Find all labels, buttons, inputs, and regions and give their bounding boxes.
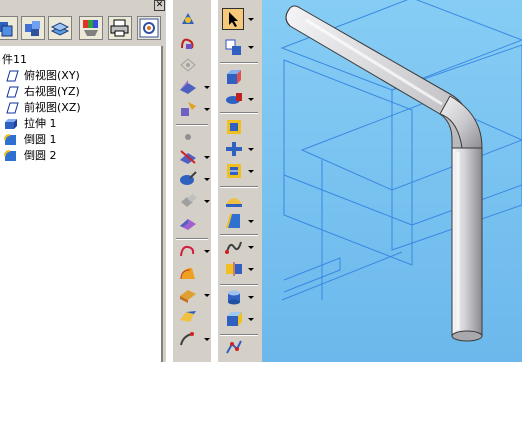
chevron-down-icon[interactable] (248, 18, 254, 21)
plane-icon (6, 70, 19, 82)
chevron-down-icon[interactable] (248, 148, 254, 151)
dimension-icon[interactable] (178, 56, 198, 74)
chevron-down-icon[interactable] (248, 170, 254, 173)
sweep-icon[interactable] (178, 308, 198, 326)
dome-icon[interactable] (224, 192, 244, 210)
chevron-down-icon[interactable] (204, 156, 210, 159)
toolbar-separator (220, 112, 258, 114)
fillet-icon (4, 150, 16, 161)
select-tool-button[interactable] (222, 8, 244, 30)
tree-item-label: 倒圆 2 (24, 149, 57, 162)
draft-icon[interactable] (224, 212, 244, 230)
chevron-down-icon[interactable] (204, 250, 210, 253)
point-icon[interactable] (178, 128, 198, 146)
tree-item-label: 前视图(XZ) (24, 101, 81, 114)
analyze-icon[interactable] (224, 338, 244, 356)
trim-icon[interactable] (178, 148, 198, 166)
chevron-down-icon[interactable] (248, 98, 254, 101)
feature-tree: 件11 俯视图(XY) 右视图(YZ) 前视图(XZ) 拉伸 1 倒圆 1 倒圆… (0, 46, 163, 362)
cursor-icon (229, 12, 238, 27)
new-sketch-icon[interactable] (224, 38, 244, 56)
modify-icon[interactable] (178, 100, 198, 118)
mirror-icon[interactable] (224, 260, 244, 278)
toolbar-separator (220, 234, 258, 236)
empty-area (0, 362, 522, 442)
plane-icon (6, 102, 19, 114)
fillet-icon (4, 134, 16, 145)
pattern-icon[interactable] (178, 192, 198, 210)
tripod-icon[interactable] (178, 10, 198, 28)
chevron-down-icon[interactable] (204, 86, 210, 89)
feature-toolbar (217, 0, 262, 362)
toolbar-separator (220, 62, 258, 64)
toolbar-separator (176, 238, 208, 240)
sketch-toolbar (172, 0, 211, 362)
chevron-down-icon[interactable] (248, 268, 254, 271)
layers-icon[interactable] (0, 16, 18, 40)
chevron-down-icon[interactable] (248, 246, 254, 249)
plane-icon (6, 86, 19, 98)
print-icon[interactable] (108, 16, 132, 40)
spline-icon[interactable] (178, 242, 198, 260)
tree-part-label[interactable]: 件11 (2, 52, 27, 68)
revolve-icon[interactable] (178, 170, 198, 188)
parts-icon[interactable] (21, 16, 45, 40)
chevron-down-icon[interactable] (204, 200, 210, 203)
color-icon[interactable] (79, 16, 103, 40)
tree-item-label: 倒圆 1 (24, 133, 57, 146)
chevron-down-icon[interactable] (204, 338, 210, 341)
thread-icon[interactable] (224, 162, 244, 180)
rib-icon[interactable] (224, 140, 244, 158)
tree-item-label: 拉伸 1 (24, 117, 57, 130)
toolbar-separator (220, 284, 258, 286)
sheets-icon[interactable] (48, 16, 72, 40)
curve-icon[interactable] (178, 34, 198, 52)
tree-item-label: 俯视图(XY) (24, 69, 80, 82)
settings-icon[interactable] (137, 16, 161, 40)
chevron-down-icon[interactable] (204, 178, 210, 181)
feature-panel: ✕ 件11 俯视图(XY) 右视图(YZ) 前视图(XZ) 拉伸 1 倒圆 1 … (0, 0, 166, 362)
tree-item-label: 右视图(YZ) (24, 85, 80, 98)
chevron-down-icon[interactable] (248, 220, 254, 223)
curve-tool-icon[interactable] (224, 238, 244, 256)
loft-icon[interactable] (178, 286, 198, 304)
box-icon[interactable] (224, 310, 244, 328)
toolbar-separator (220, 334, 258, 336)
cylinder-icon[interactable] (224, 288, 244, 306)
chevron-down-icon[interactable] (248, 46, 254, 49)
shape-icon[interactable] (178, 78, 198, 96)
revolve-tool-icon[interactable] (224, 90, 244, 108)
chevron-down-icon[interactable] (248, 318, 254, 321)
toolbar-separator (220, 186, 258, 188)
hole-icon[interactable] (224, 118, 244, 136)
3d-viewport[interactable] (262, 0, 522, 362)
chevron-down-icon[interactable] (204, 294, 210, 297)
chevron-down-icon[interactable] (248, 296, 254, 299)
extrude-icon (5, 119, 17, 129)
panel-toolbar (0, 12, 166, 46)
surface-icon[interactable] (178, 264, 198, 282)
close-icon[interactable]: ✕ (154, 0, 165, 11)
shell-icon[interactable] (178, 214, 198, 232)
toolbar-separator (176, 124, 208, 126)
chevron-down-icon[interactable] (204, 108, 210, 111)
edit-curve-icon[interactable] (178, 330, 198, 348)
extrude-tool-icon[interactable] (224, 68, 244, 86)
